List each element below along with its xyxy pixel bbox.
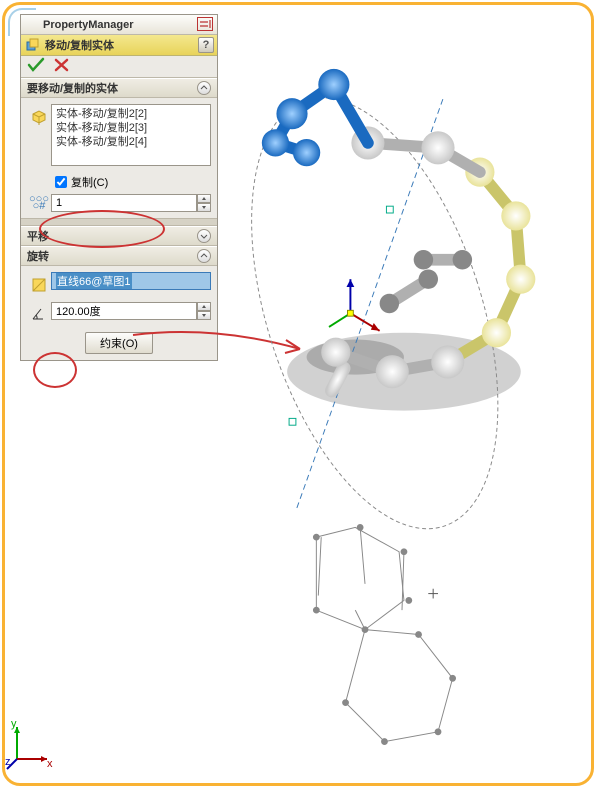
view-triad: y x z bbox=[5, 721, 55, 771]
help-button[interactable]: ? bbox=[198, 37, 214, 53]
chevron-up-icon[interactable] bbox=[197, 81, 211, 95]
axis-input[interactable]: 直线66@草图1 bbox=[51, 272, 211, 290]
model-view[interactable] bbox=[219, 15, 585, 777]
bodies-section-body: 实体-移动/复制2[2] 实体-移动/复制2[3] 实体-移动/复制2[4] 复… bbox=[21, 98, 217, 218]
pm-title: PropertyManager bbox=[43, 19, 133, 31]
list-item[interactable]: 实体-移动/复制2[2] bbox=[56, 107, 206, 121]
spin-up-icon bbox=[197, 302, 211, 311]
svg-text:z: z bbox=[5, 756, 11, 768]
rotate-section-title: 旋转 bbox=[27, 248, 49, 264]
pin-icon[interactable] bbox=[197, 17, 213, 31]
ok-button[interactable] bbox=[27, 57, 45, 76]
move-copy-icon bbox=[25, 37, 41, 53]
bodies-list[interactable]: 实体-移动/复制2[2] 实体-移动/复制2[3] 实体-移动/复制2[4] bbox=[51, 104, 211, 166]
ok-cancel-bar bbox=[21, 56, 217, 78]
copy-label: 复制(C) bbox=[71, 174, 108, 190]
constrain-button[interactable]: 约束(O) bbox=[85, 332, 153, 354]
copy-checkbox[interactable] bbox=[55, 176, 67, 188]
property-manager-panel: PropertyManager 移动/复制实体 ? 要移动/复制的实体 实体-移… bbox=[20, 14, 218, 361]
pm-title-bar: PropertyManager bbox=[21, 15, 217, 35]
angle-input[interactable]: 120.00度 bbox=[51, 302, 197, 320]
cancel-button[interactable] bbox=[53, 57, 71, 76]
spin-down-icon bbox=[197, 203, 211, 212]
count-icon: ○○○○# bbox=[27, 196, 51, 210]
angle-spinner[interactable] bbox=[197, 302, 211, 320]
spin-down-icon bbox=[197, 311, 211, 320]
chevron-down-icon[interactable] bbox=[197, 229, 211, 243]
axis-select-icon bbox=[27, 272, 51, 294]
spin-up-icon bbox=[197, 194, 211, 203]
list-item[interactable]: 实体-移动/复制2[4] bbox=[56, 135, 206, 149]
count-input[interactable]: 1 bbox=[51, 194, 197, 212]
angle-icon bbox=[27, 300, 51, 322]
chevron-up-icon[interactable] bbox=[197, 249, 211, 263]
bodies-section-header[interactable]: 要移动/复制的实体 bbox=[21, 78, 217, 98]
count-spinner[interactable] bbox=[197, 194, 211, 212]
rotate-section-header[interactable]: 旋转 bbox=[21, 246, 217, 266]
3d-viewport[interactable] bbox=[219, 15, 585, 777]
translate-section-header[interactable]: 平移 bbox=[21, 226, 217, 246]
svg-text:y: y bbox=[11, 721, 17, 730]
list-item[interactable]: 实体-移动/复制2[3] bbox=[56, 121, 206, 135]
bodies-section-title: 要移动/复制的实体 bbox=[27, 80, 118, 96]
translate-section-title: 平移 bbox=[27, 228, 49, 244]
rotate-section-body: 直线66@草图1 120.00度 约束(O) bbox=[21, 266, 217, 360]
feature-header: 移动/复制实体 ? bbox=[21, 35, 217, 56]
body-select-icon bbox=[27, 104, 51, 166]
feature-title: 移动/复制实体 bbox=[45, 37, 114, 53]
panel-gap bbox=[21, 218, 217, 226]
svg-text:x: x bbox=[47, 758, 53, 770]
